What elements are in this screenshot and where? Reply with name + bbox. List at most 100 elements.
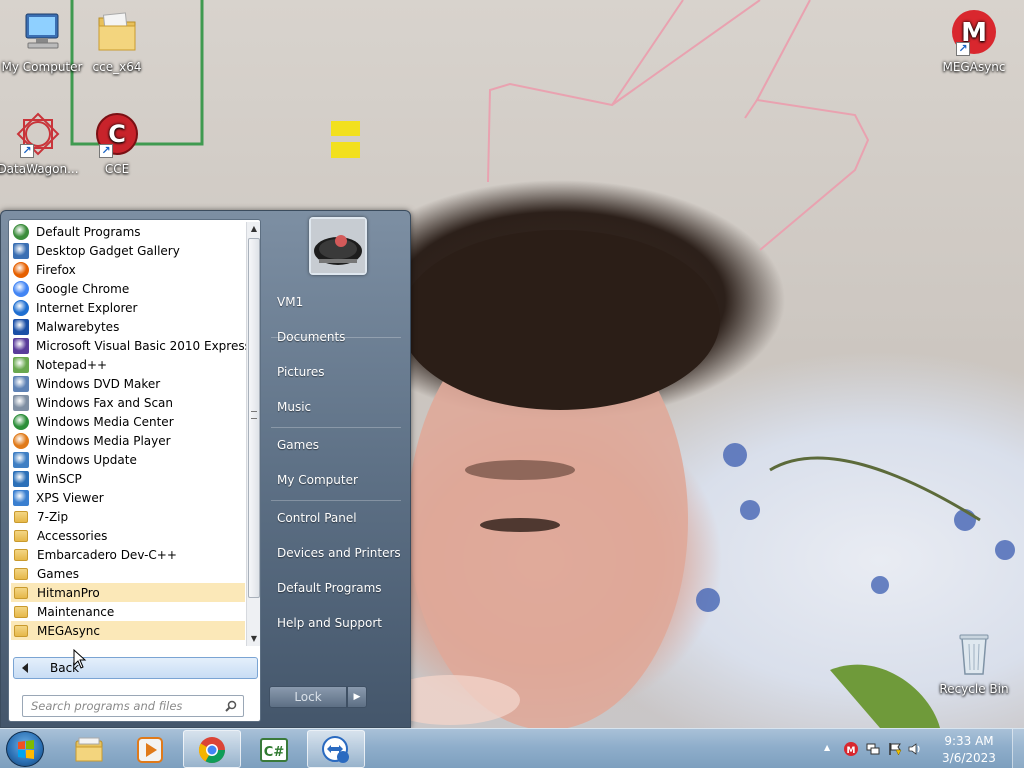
program-item-label: Windows Fax and Scan bbox=[36, 395, 174, 410]
program-list-scrollbar[interactable]: ▲ ▼ bbox=[246, 222, 260, 646]
taskbar-teamviewer-button[interactable] bbox=[307, 730, 365, 768]
desktop-icon-cce[interactable]: C ↗ CCE bbox=[75, 110, 159, 176]
program-item-label: Notepad++ bbox=[36, 357, 108, 372]
user-picture[interactable] bbox=[309, 217, 367, 275]
mega-tray-icon[interactable]: M bbox=[844, 742, 858, 756]
scroll-up-arrow-icon[interactable]: ▲ bbox=[247, 222, 261, 236]
program-item[interactable]: Windows Media Player bbox=[11, 431, 245, 450]
svg-text:M: M bbox=[847, 746, 856, 756]
desktop-icon-label: My Computer bbox=[1, 60, 83, 74]
program-item-label: Malwarebytes bbox=[36, 319, 120, 334]
folder-icon bbox=[14, 567, 28, 580]
program-folder-item[interactable]: MEGAsync bbox=[11, 621, 245, 640]
datawagon-icon: ↗ bbox=[14, 110, 62, 158]
program-item[interactable]: Default Programs bbox=[11, 222, 245, 241]
place-games[interactable]: Games bbox=[277, 438, 319, 452]
taskbar-explorer-button[interactable] bbox=[60, 730, 118, 768]
search-placeholder: Search programs and files bbox=[31, 699, 183, 713]
places-separator bbox=[271, 337, 401, 338]
taskbar-chrome-button[interactable] bbox=[183, 730, 241, 768]
scroll-down-arrow-icon[interactable]: ▼ bbox=[247, 632, 261, 646]
dvd-maker-icon bbox=[13, 375, 29, 392]
media-center-icon bbox=[13, 413, 29, 430]
program-item[interactable]: Malwarebytes bbox=[11, 317, 245, 336]
firefox-icon bbox=[13, 261, 29, 278]
place-music[interactable]: Music bbox=[277, 400, 311, 414]
program-folder-item[interactable]: 7-Zip bbox=[11, 507, 245, 526]
svg-text:C#: C# bbox=[264, 745, 285, 760]
desktop-icon-label: CCE bbox=[104, 162, 130, 176]
desktop-icon-recycle-bin[interactable]: Recycle Bin bbox=[932, 630, 1016, 696]
place-devices-and-printers[interactable]: Devices and Printers bbox=[277, 546, 401, 560]
program-item[interactable]: Firefox bbox=[11, 260, 245, 279]
program-item[interactable]: Windows DVD Maker bbox=[11, 374, 245, 393]
place-help-and-support[interactable]: Help and Support bbox=[277, 616, 382, 630]
show-desktop-button[interactable] bbox=[1012, 729, 1024, 768]
shutdown-options-arrow-button[interactable]: ▶ bbox=[347, 686, 367, 708]
program-item[interactable]: Desktop Gadget Gallery bbox=[11, 241, 245, 260]
program-item[interactable]: Notepad++ bbox=[11, 355, 245, 374]
program-item[interactable]: Google Chrome bbox=[11, 279, 245, 298]
shortcut-arrow-icon: ↗ bbox=[956, 42, 970, 56]
folder-icon bbox=[14, 529, 28, 542]
program-folder-item[interactable]: Embarcadero Dev-C++ bbox=[11, 545, 245, 564]
program-item[interactable]: Microsoft Visual Basic 2010 Express bbox=[11, 336, 251, 355]
clock-date[interactable]: 3/6/2023 bbox=[939, 751, 999, 765]
place-control-panel[interactable]: Control Panel bbox=[277, 511, 357, 525]
default-programs-icon bbox=[13, 223, 29, 240]
program-folder-item[interactable]: Maintenance bbox=[11, 602, 245, 621]
program-item[interactable]: Windows Fax and Scan bbox=[11, 393, 245, 412]
scroll-thumb[interactable] bbox=[248, 238, 260, 598]
folder-icon bbox=[14, 548, 28, 561]
folder-icon bbox=[14, 586, 28, 599]
search-programs-input[interactable]: Search programs and files bbox=[22, 695, 244, 717]
csharp-icon: C# bbox=[260, 738, 288, 762]
clock-time[interactable]: 9:33 AM bbox=[939, 734, 999, 748]
place-default-programs[interactable]: Default Programs bbox=[277, 581, 382, 595]
start-button[interactable] bbox=[6, 731, 44, 767]
program-item-label: Maintenance bbox=[37, 604, 115, 619]
desktop-icon-datawagon[interactable]: ↗ DataWagon... bbox=[0, 110, 80, 176]
program-item[interactable]: Windows Update bbox=[11, 450, 245, 469]
desktop-icon-label: Recycle Bin bbox=[939, 682, 1009, 696]
desktop-icon-my-computer[interactable]: My Computer bbox=[0, 8, 84, 74]
volume-icon[interactable] bbox=[908, 742, 922, 756]
mouse-cursor-icon bbox=[73, 649, 87, 669]
show-hidden-icons-icon[interactable]: ▲ bbox=[824, 743, 838, 757]
program-item-label: XPS Viewer bbox=[36, 490, 104, 505]
taskbar-csharp-button[interactable]: C# bbox=[245, 730, 303, 768]
visual-basic-icon bbox=[13, 337, 29, 354]
places-separator bbox=[271, 427, 401, 428]
program-folder-item[interactable]: HitmanPro bbox=[11, 583, 245, 602]
desktop-icon-label: DataWagon... bbox=[0, 162, 79, 176]
place-vm1[interactable]: VM1 bbox=[277, 295, 303, 309]
folder-icon bbox=[14, 624, 28, 637]
program-item-label: Games bbox=[37, 566, 79, 581]
desktop-icon-megasync[interactable]: M ↗ MEGAsync bbox=[932, 8, 1016, 74]
action-center-flag-icon[interactable] bbox=[888, 742, 902, 756]
program-item-label: 7-Zip bbox=[37, 509, 69, 524]
windows-update-icon bbox=[13, 451, 29, 468]
program-item-label: Desktop Gadget Gallery bbox=[36, 243, 180, 258]
program-item-label: Windows Update bbox=[36, 452, 137, 467]
program-item[interactable]: XPS Viewer bbox=[11, 488, 245, 507]
desktop-icon-label: MEGAsync bbox=[942, 60, 1006, 74]
network-icon[interactable] bbox=[866, 742, 880, 756]
program-item[interactable]: Internet Explorer bbox=[11, 298, 245, 317]
lock-button[interactable]: Lock bbox=[269, 686, 347, 708]
program-folder-item[interactable]: Accessories bbox=[11, 526, 245, 545]
search-icon[interactable] bbox=[225, 700, 237, 712]
program-folder-item[interactable]: Games bbox=[11, 564, 245, 583]
explorer-icon bbox=[75, 737, 103, 762]
place-pictures[interactable]: Pictures bbox=[277, 365, 325, 379]
shortcut-arrow-icon: ↗ bbox=[99, 144, 113, 158]
program-item[interactable]: WinSCP bbox=[11, 469, 245, 488]
back-button[interactable]: Back bbox=[13, 657, 258, 679]
desktop-icon-cce-x64[interactable]: cce_x64 bbox=[75, 8, 159, 74]
taskbar: C# ▲ M 9:33 AM 3/6/2023 bbox=[0, 728, 1024, 768]
taskbar-media-player-button[interactable] bbox=[121, 730, 179, 768]
place-my-computer[interactable]: My Computer bbox=[277, 473, 358, 487]
chevron-right-icon: ▶ bbox=[353, 692, 361, 702]
computer-icon bbox=[18, 8, 66, 56]
program-item[interactable]: Windows Media Center bbox=[11, 412, 245, 431]
